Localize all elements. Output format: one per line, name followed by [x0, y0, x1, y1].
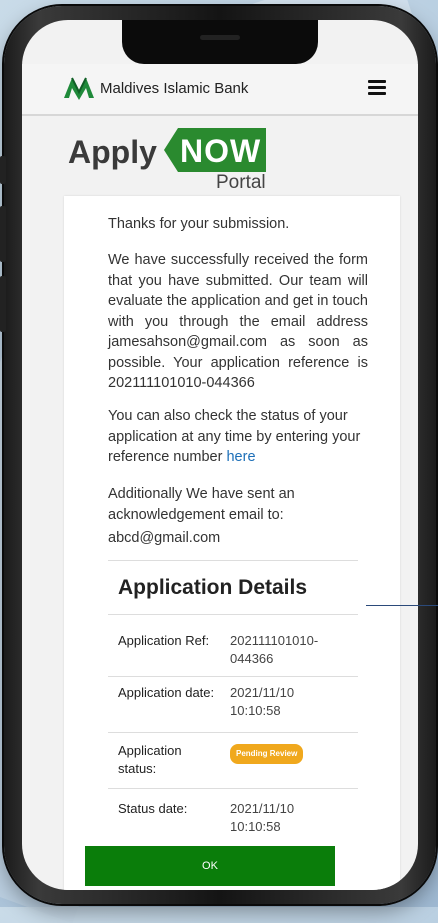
details-title: Application Details [118, 576, 308, 599]
now-text: NOW [180, 133, 262, 169]
speaker-grille [200, 35, 240, 40]
app-header: Maldives Islamic Bank [22, 64, 418, 116]
status-check-text: You can also check the status of your ap… [108, 406, 368, 468]
ok-button[interactable]: OK [85, 846, 335, 886]
row-label: Application status: [118, 743, 182, 776]
ack-text: Additionally We have sent an acknowledge… [108, 486, 295, 523]
mute-button [0, 156, 6, 184]
divider [108, 614, 358, 615]
divider [108, 676, 358, 677]
phone-notch [122, 20, 318, 64]
submission-card: Thanks for your submission. We have succ… [64, 196, 400, 890]
row-label: Application date: [118, 685, 215, 700]
mib-logo-icon[interactable] [62, 74, 96, 100]
row-value: 202111101010-044366 [230, 633, 319, 666]
portal-text: Portal [216, 172, 266, 193]
row-value: 2021/11/10 10:10:58 [230, 685, 295, 718]
divider [108, 732, 358, 733]
received-text: We have successfully received the form t… [108, 252, 368, 391]
status-check-link[interactable]: here [226, 449, 255, 465]
row-label: Application Ref: [118, 633, 210, 648]
ack-email: abcd@gmail.com [108, 530, 221, 546]
volume-down-button [0, 276, 6, 332]
thanks-text: Thanks for your submission. [108, 216, 290, 232]
divider [108, 788, 358, 789]
phone-frame: Maldives Islamic Bank Apply NOW Portal T… [0, 6, 436, 904]
row-label: Status date: [118, 801, 188, 816]
phone-screen: Maldives Islamic Bank Apply NOW Portal T… [22, 20, 418, 890]
volume-up-button [0, 206, 6, 262]
divider [108, 560, 358, 561]
brand-name: Maldives Islamic Bank [100, 80, 249, 97]
annotation-line [366, 605, 438, 606]
row-value: 2021/11/10 10:10:58 [230, 801, 295, 834]
hamburger-menu-icon[interactable] [368, 80, 386, 95]
apply-text: Apply [68, 134, 157, 170]
status-badge: Pending Review [230, 744, 304, 764]
